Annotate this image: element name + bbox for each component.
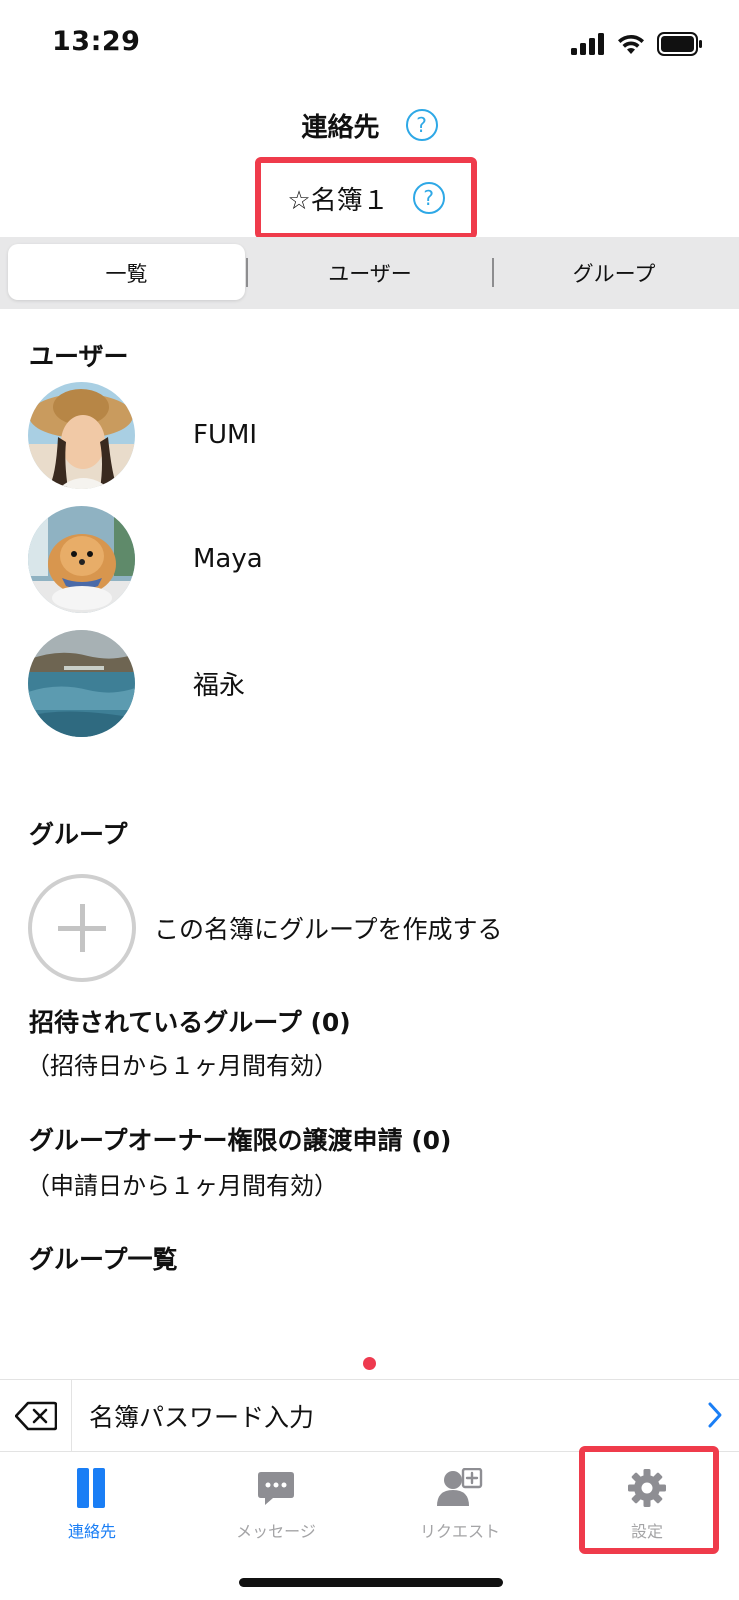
invited-groups-title[interactable]: 招待されているグループ (0)	[29, 1003, 351, 1039]
avatar	[28, 381, 135, 489]
segment-groups[interactable]: グループ	[494, 237, 734, 309]
create-group-label: この名簿にグループを作成する	[154, 915, 503, 944]
owner-transfer-title[interactable]: グループオーナー権限の譲渡申請 (0)	[29, 1121, 451, 1157]
address-book-help-icon[interactable]: ?	[412, 182, 445, 214]
chevron-right-icon	[708, 1402, 722, 1428]
address-book-name: ☆名簿１	[287, 185, 389, 216]
password-input-bar[interactable]: 名簿パスワード入力	[0, 1379, 739, 1452]
address-book-selector[interactable]: ☆名簿１ ?	[255, 157, 477, 239]
tab-requests[interactable]: リクエスト	[368, 1452, 552, 1562]
user-row-fukunaga[interactable]: 福永	[28, 629, 708, 737]
avatar	[28, 629, 135, 737]
tab-label: リクエスト	[419, 1522, 500, 1541]
tab-contacts[interactable]: 連絡先	[0, 1452, 184, 1562]
password-input-label: 名簿パスワード入力	[89, 1403, 315, 1432]
segmented-control: 一覧 ユーザー グループ	[0, 237, 739, 309]
tab-label: メッセージ	[236, 1522, 316, 1541]
status-icons	[571, 30, 703, 58]
status-time: 13:29	[52, 26, 141, 57]
nav-title-row: 連絡先 ?	[0, 100, 739, 150]
tab-label: 連絡先	[67, 1522, 116, 1541]
segment-overview[interactable]: 一覧	[8, 237, 245, 309]
battery-icon	[657, 32, 702, 56]
user-row-maya[interactable]: Maya	[28, 505, 708, 613]
message-icon	[258, 1472, 294, 1505]
avatar	[28, 505, 135, 613]
group-list-title: グループ一覧	[29, 1245, 178, 1274]
delete-back-button[interactable]	[0, 1380, 72, 1452]
settings-highlight-frame	[579, 1446, 719, 1554]
users-section-title: ユーザー	[29, 342, 129, 371]
plus-icon	[28, 874, 136, 982]
user-row-fumi[interactable]: FUMI	[28, 381, 708, 489]
request-icon	[437, 1468, 483, 1506]
delete-left-icon	[14, 1401, 57, 1431]
home-indicator	[239, 1578, 503, 1587]
contacts-icon	[77, 1468, 105, 1508]
create-group-button[interactable]: この名簿にグループを作成する	[28, 874, 503, 982]
cellular-signal-icon	[571, 33, 604, 55]
user-name: FUMI	[193, 420, 258, 450]
page-indicator-dot	[363, 1357, 376, 1370]
segment-users[interactable]: ユーザー	[248, 237, 492, 309]
help-icon[interactable]: ?	[405, 109, 438, 141]
owner-transfer-note: （申請日から１ヶ月間有効）	[26, 1172, 338, 1200]
page-title: 連絡先	[301, 112, 380, 143]
groups-section-title: グループ	[29, 820, 128, 849]
user-name: Maya	[193, 544, 263, 574]
status-bar: 13:29	[0, 0, 739, 90]
wifi-icon	[618, 34, 644, 54]
invited-groups-note: （招待日から１ヶ月間有効）	[26, 1052, 338, 1080]
user-name: 福永	[193, 670, 246, 701]
tab-messages[interactable]: メッセージ	[184, 1452, 368, 1562]
